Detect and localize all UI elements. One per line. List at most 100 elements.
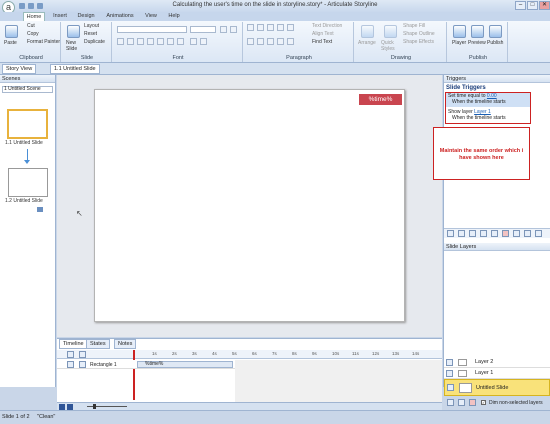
align-right-icon[interactable]	[267, 38, 274, 45]
preview-button[interactable]: Preview	[468, 40, 486, 47]
font-label: Font	[172, 55, 184, 61]
decrease-indent-icon[interactable]	[267, 24, 274, 31]
shrink-font-icon[interactable]	[230, 26, 237, 33]
timeline-object-bar[interactable]: %time%	[137, 361, 233, 368]
layout-button[interactable]: Layout	[84, 23, 99, 30]
cut-button[interactable]: Cut	[27, 23, 35, 30]
line-spacing-icon[interactable]	[287, 24, 294, 31]
layer-row-2[interactable]: Layer 2	[444, 357, 550, 368]
variables-icon[interactable]	[524, 230, 531, 237]
player-icon[interactable]	[453, 25, 466, 38]
tab-animations[interactable]: Animations	[103, 12, 137, 21]
dim-layers-checkbox[interactable]: ✓	[481, 400, 486, 405]
minimize-button[interactable]: –	[515, 1, 526, 10]
layer-2-visibility-icon[interactable]	[446, 359, 453, 366]
format-painter-button[interactable]: Format Painter	[27, 39, 60, 46]
new-slide-button[interactable]: New Slide	[66, 40, 80, 52]
tab-timeline[interactable]: Timeline	[59, 339, 88, 349]
case-icon[interactable]	[177, 38, 184, 45]
duplicate-button[interactable]: Duplicate	[84, 39, 105, 46]
ruler-tick-label: 14s	[412, 351, 420, 356]
eye-icon[interactable]	[67, 351, 74, 358]
shape-outline-button[interactable]: Shape Outline	[403, 31, 435, 38]
align-left-icon[interactable]	[247, 38, 254, 45]
playhead[interactable]	[133, 350, 135, 400]
numbering-icon[interactable]	[257, 24, 264, 31]
tab-notes[interactable]: Notes	[114, 339, 137, 349]
columns-icon[interactable]	[287, 38, 294, 45]
row-eye-icon[interactable]	[67, 361, 74, 368]
trigger-row-2[interactable]: Show layer Layer 1 When the timeline sta…	[446, 109, 530, 123]
arrange-button[interactable]: Arrange	[358, 40, 376, 47]
zoom-slider-thumb[interactable]	[93, 404, 96, 409]
row-lock-icon[interactable]	[79, 361, 86, 368]
duplicate-layer-icon[interactable]	[458, 399, 465, 406]
bold-icon[interactable]	[117, 38, 124, 45]
close-button[interactable]: ✕	[539, 1, 550, 10]
font-size-input[interactable]	[190, 26, 216, 33]
slide-canvas[interactable]	[94, 89, 405, 322]
move-up-icon[interactable]	[491, 230, 498, 237]
layer-1-visibility-icon[interactable]	[446, 370, 453, 377]
highlight-icon[interactable]	[190, 38, 197, 45]
new-trigger-icon[interactable]	[447, 230, 454, 237]
tab-insert[interactable]: Insert	[49, 12, 71, 21]
font-name-input[interactable]	[117, 26, 187, 33]
publish-icon[interactable]	[489, 25, 502, 38]
base-layer-visibility-icon[interactable]	[447, 384, 454, 391]
slide-thumbnail-2[interactable]	[8, 168, 48, 197]
scene-dropdown[interactable]: 1 Untitled Scene	[2, 86, 53, 93]
tab-help[interactable]: Help	[165, 12, 183, 21]
justify-icon[interactable]	[277, 38, 284, 45]
tab-states[interactable]: States	[86, 339, 110, 349]
italic-icon[interactable]	[127, 38, 134, 45]
player-button[interactable]: Player	[452, 40, 466, 47]
align-center-icon[interactable]	[257, 38, 264, 45]
ruler-tick-label: 4s	[212, 351, 217, 356]
layer-row-1[interactable]: Layer 1	[444, 368, 550, 379]
paste-button[interactable]: Paste	[4, 40, 17, 47]
move-down-icon[interactable]	[513, 230, 520, 237]
shadow-icon[interactable]	[157, 38, 164, 45]
tab-story-view[interactable]: Story View	[2, 64, 37, 74]
reset-button[interactable]: Reset	[84, 31, 97, 38]
publish-button[interactable]: Publish	[487, 40, 503, 47]
paste-trigger-icon[interactable]	[480, 230, 487, 237]
quick-styles-button[interactable]: Quick Styles	[381, 40, 399, 52]
delete-layer-icon[interactable]	[469, 399, 476, 406]
underline-icon[interactable]	[137, 38, 144, 45]
preview-icon[interactable]	[471, 25, 484, 38]
maximize-button[interactable]: □	[527, 1, 538, 10]
grow-font-icon[interactable]	[220, 26, 227, 33]
bullets-icon[interactable]	[247, 24, 254, 31]
base-layer-row[interactable]: Untitled Slide	[444, 379, 550, 396]
increase-indent-icon[interactable]	[277, 24, 284, 31]
delete-trigger-icon[interactable]	[502, 230, 509, 237]
shape-fill-button[interactable]: Shape Fill	[403, 23, 425, 30]
copy-button[interactable]: Copy	[27, 31, 39, 38]
new-slide-icon[interactable]	[67, 25, 80, 38]
copy-trigger-icon[interactable]	[469, 230, 476, 237]
spacing-icon[interactable]	[167, 38, 174, 45]
edit-trigger-icon[interactable]	[458, 230, 465, 237]
trigger-row-1[interactable]: Set time equal to 0.00 When the timeline…	[446, 93, 530, 107]
strikethrough-icon[interactable]	[147, 38, 154, 45]
player-triggers-icon[interactable]	[535, 230, 542, 237]
shape-effects-button[interactable]: Shape Effects	[403, 39, 434, 46]
find-text-button[interactable]: Find Text	[312, 39, 332, 46]
paste-icon[interactable]	[5, 25, 18, 38]
slide-thumbnail-1[interactable]	[7, 109, 48, 139]
tab-home[interactable]: Home	[23, 12, 45, 21]
new-layer-icon[interactable]	[447, 399, 454, 406]
quick-styles-icon[interactable]	[384, 25, 397, 38]
tab-view[interactable]: View	[142, 12, 160, 21]
tab-untitled-slide[interactable]: 1.1 Untitled Slide	[50, 64, 100, 74]
lock-icon[interactable]	[79, 351, 86, 358]
timeline-row[interactable]: Rectangle 1 %time%	[57, 360, 235, 369]
time-variable-box[interactable]: %time%	[359, 94, 402, 105]
font-color-icon[interactable]	[200, 38, 207, 45]
arrange-icon[interactable]	[361, 25, 374, 38]
align-text-button[interactable]: Align Text	[312, 31, 334, 38]
text-direction-button[interactable]: Text Direction	[312, 23, 342, 30]
tab-design[interactable]: Design	[74, 12, 98, 21]
